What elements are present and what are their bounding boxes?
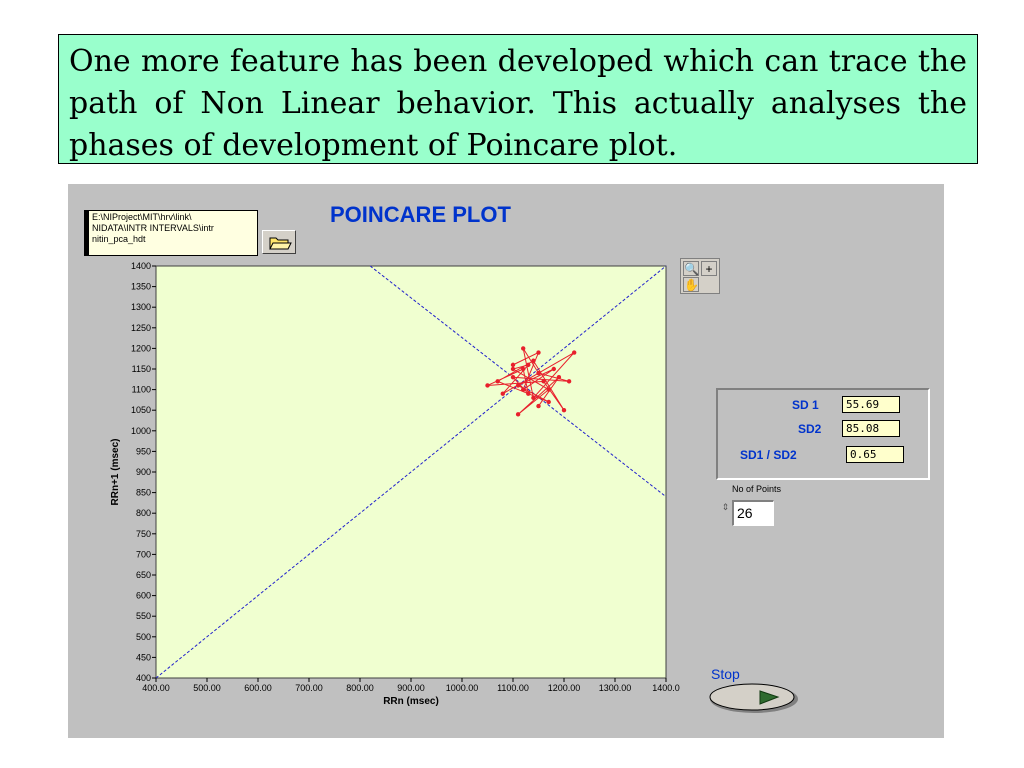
y-tick-label: 550 — [136, 611, 151, 621]
x-tick-label: 1100.00 — [497, 683, 529, 693]
data-point — [510, 366, 516, 372]
data-point — [495, 379, 500, 384]
y-tick-label: 950 — [136, 446, 151, 456]
sd-indicators: SD 1 55.69 SD2 85.08 SD1 / SD2 0.65 — [716, 388, 930, 480]
sd1-label: SD 1 — [792, 398, 819, 412]
cursor-plus-icon[interactable]: + — [701, 261, 717, 276]
y-tick-label: 500 — [136, 632, 151, 642]
data-point — [566, 379, 572, 384]
data-point — [561, 408, 567, 413]
x-tick-label: 1300.00 — [599, 683, 632, 693]
stop-label: Stop — [711, 666, 740, 682]
x-tick-label: 1200.00 — [548, 683, 581, 693]
sd-ratio-label: SD1 / SD2 — [740, 448, 797, 462]
y-axis-label: RRn+1 (msec) — [110, 439, 121, 506]
y-tick-label: 1350 — [131, 282, 151, 292]
y-tick-label: 1000 — [131, 426, 151, 436]
data-point — [521, 387, 526, 392]
data-point — [572, 350, 577, 355]
points-input[interactable]: 26 — [732, 500, 774, 526]
data-point — [515, 383, 521, 388]
data-point — [556, 375, 562, 380]
sd2-label: SD2 — [798, 422, 822, 436]
y-tick-label: 400 — [136, 673, 151, 683]
y-tick-label: 850 — [136, 488, 151, 498]
y-tick-label: 800 — [136, 508, 151, 518]
x-tick-label: 700.00 — [295, 683, 323, 693]
y-tick-label: 600 — [136, 591, 151, 601]
caption-text: One more feature has been developed whic… — [58, 34, 978, 164]
labview-front-panel: E:\NIProject\MIT\hrv\link\ NIDATA\INTR I… — [68, 184, 944, 738]
data-point — [526, 391, 531, 396]
sd2-value: 85.08 — [842, 420, 900, 437]
data-point — [536, 350, 541, 355]
data-point — [536, 370, 541, 376]
data-point — [510, 362, 516, 368]
hand-pan-icon[interactable]: ✋ — [683, 277, 699, 292]
y-tick-label: 900 — [136, 467, 151, 477]
y-tick-label: 1050 — [131, 405, 151, 415]
y-tick-label: 750 — [136, 529, 151, 539]
y-tick-label: 1150 — [132, 364, 151, 374]
data-point — [536, 403, 541, 409]
sd-ratio-value: 0.65 — [846, 446, 904, 463]
stop-button[interactable] — [708, 682, 800, 714]
data-point — [531, 358, 536, 363]
poincare-plot: 400.00 500.00 600.00 700.00 800.00 900.00 1000… — [110, 261, 680, 707]
x-tick-label: 900.00 — [397, 683, 425, 693]
data-point — [526, 362, 531, 368]
data-point — [521, 366, 526, 372]
data-point — [546, 387, 551, 392]
x-tick-label: 1400.0 — [652, 683, 680, 693]
y-tick-label: 1200 — [131, 343, 151, 353]
y-tick-label: 700 — [136, 549, 151, 559]
x-tick-label: 1000.00 — [446, 683, 479, 693]
data-point — [510, 375, 516, 380]
zoom-icon[interactable]: 🔍 — [683, 261, 699, 276]
y-tick-label: 450 — [136, 652, 151, 662]
y-tick-label: 1300 — [131, 302, 151, 312]
data-point — [531, 395, 536, 401]
points-label: No of Points — [732, 484, 782, 494]
x-axis-label: RRn (msec) — [383, 696, 439, 707]
x-tick-label: 600.00 — [244, 683, 272, 693]
data-point — [500, 391, 505, 396]
data-point — [551, 366, 556, 372]
data-point — [541, 379, 546, 384]
increment-decrement-icon[interactable]: ⇕ — [720, 498, 731, 516]
x-tick-label: 500.00 — [193, 683, 221, 693]
data-point — [521, 346, 526, 351]
y-tick-label: 1400 — [131, 261, 151, 271]
y-tick-label: 1250 — [131, 323, 151, 333]
data-point — [485, 383, 490, 388]
x-tick-label: 400.00 — [142, 683, 170, 693]
data-point — [546, 399, 551, 405]
sd1-value: 55.69 — [842, 396, 900, 413]
x-tick-label: 800.00 — [346, 683, 374, 693]
data-point — [515, 412, 521, 417]
y-tick-label: 650 — [136, 570, 151, 580]
y-tick-label: 1100 — [132, 385, 151, 395]
graph-palette: 🔍 + ✋ — [680, 258, 720, 294]
